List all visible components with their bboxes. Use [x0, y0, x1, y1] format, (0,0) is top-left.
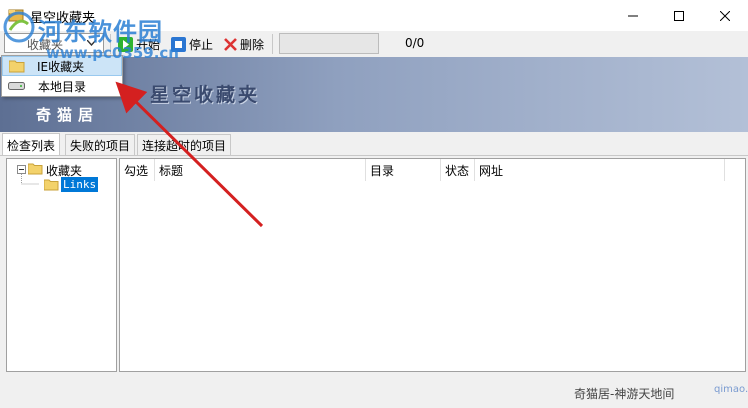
dropdown-item-local-directory[interactable]: 本地目录	[2, 76, 122, 96]
tree-connector	[21, 174, 39, 185]
minimize-button[interactable]	[610, 0, 656, 31]
dropdown-item-label: 本地目录	[38, 79, 87, 94]
tab-timeout-items[interactable]: 连接超时的项目	[137, 134, 232, 155]
folder-icon	[28, 163, 43, 175]
folder-icon	[44, 179, 59, 191]
watermark-text: 河东软件园	[38, 18, 163, 46]
column-label: 状态	[445, 163, 470, 178]
minimize-icon	[628, 15, 638, 16]
results-list[interactable]: 勾选 标题 目录 状态 网址	[119, 158, 746, 372]
tab-failed-items[interactable]: 失败的项目	[65, 134, 136, 155]
column-header-title[interactable]: 标题	[155, 159, 366, 181]
tree-item-links[interactable]: Links	[61, 177, 99, 192]
maximize-icon	[674, 10, 684, 21]
progress-bar	[279, 33, 379, 54]
column-header-directory[interactable]: 目录	[366, 159, 441, 181]
column-label: 勾选	[124, 163, 149, 178]
column-header-status[interactable]: 状态	[441, 159, 475, 181]
stop-label: 停止	[189, 37, 214, 52]
tab-label: 检查列表	[7, 138, 56, 153]
delete-label: 删除	[240, 37, 265, 52]
column-header-url[interactable]: 网址	[475, 159, 725, 181]
column-label: 网址	[479, 163, 504, 178]
watermark-logo	[3, 11, 35, 43]
delete-icon	[224, 37, 237, 51]
progress-count: 0/0	[405, 36, 425, 50]
tab-label: 连接超时的项目	[142, 138, 227, 153]
status-bar: 奇猫居-神游天地间 qimao.cn	[0, 374, 748, 408]
tab-check-list[interactable]: 检查列表	[2, 133, 61, 156]
delete-button[interactable]: 删除	[224, 34, 264, 54]
drive-icon	[8, 82, 25, 90]
watermark-url: www.pc0359.cn	[46, 44, 179, 62]
toolbar-separator	[272, 34, 273, 54]
banner-title: 星空收藏夹	[150, 84, 261, 106]
collapse-icon[interactable]	[17, 165, 26, 174]
tab-divider	[0, 155, 748, 156]
folder-icon	[9, 60, 25, 72]
tab-strip: 检查列表 失败的项目 连接超时的项目	[0, 133, 748, 156]
status-text: 奇猫居-神游天地间	[574, 387, 675, 401]
tab-label: 失败的项目	[70, 138, 131, 153]
folder-tree[interactable]: 收藏夹 Links	[6, 158, 117, 372]
maximize-button[interactable]	[656, 0, 702, 31]
banner-logo: 奇猫居	[36, 106, 100, 124]
column-label: 目录	[370, 163, 395, 178]
close-button[interactable]	[702, 0, 748, 31]
column-header-check[interactable]: 勾选	[120, 159, 155, 181]
close-icon	[720, 10, 730, 21]
column-label: 标题	[159, 163, 184, 178]
corner-watermark: qimao.cn	[714, 384, 748, 395]
